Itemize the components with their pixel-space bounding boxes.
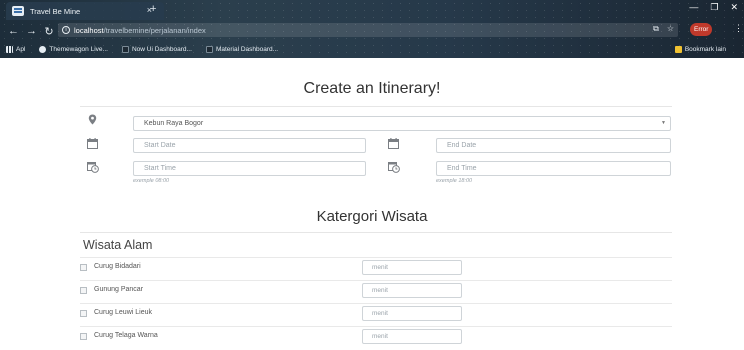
calendar-icon <box>388 138 399 149</box>
start-time-field[interactable]: Start Time <box>133 161 366 176</box>
url-host: localhost <box>74 25 104 35</box>
globe-icon <box>39 46 47 53</box>
map-marker-icon <box>88 114 97 125</box>
apps-grid-icon <box>6 46 13 53</box>
menu-icon[interactable]: ⋮ <box>734 23 743 34</box>
checkbox[interactable] <box>80 264 87 271</box>
location-select[interactable]: Kebun Raya Bogor ▼ <box>133 116 671 131</box>
browser-chrome: Travel Be Mine × + — ❐ ✕ ← → ↻ i localho… <box>0 0 744 58</box>
bookmark-label: Now Ui Dashboard... <box>131 46 192 53</box>
checkbox[interactable] <box>80 310 87 317</box>
translate-icon[interactable]: ⧉ <box>653 24 659 34</box>
divider <box>80 106 672 107</box>
end-time-field[interactable]: End Time <box>436 161 671 176</box>
end-time-placeholder: End Time <box>447 165 477 172</box>
maximize-icon[interactable]: ❐ <box>710 2 718 13</box>
minute-input[interactable]: menit <box>362 283 462 298</box>
page-title: Create an Itinerary! <box>303 80 441 97</box>
bookmark-now-ui[interactable]: Now Ui Dashboard... <box>121 46 192 53</box>
bookmark-label: Themewagon Live... <box>49 46 108 53</box>
minute-input[interactable]: menit <box>362 306 462 321</box>
bookmark-label: Apl <box>16 46 26 53</box>
error-badge[interactable]: Error <box>690 23 713 36</box>
calendar-clock-icon <box>388 161 400 173</box>
address-bar[interactable]: i localhost /travelbemine/perjalanan/ind… <box>58 23 678 37</box>
browser-tab[interactable]: Travel Be Mine × <box>6 2 164 20</box>
end-date-field[interactable]: End Date <box>436 138 671 153</box>
tab-title: Travel Be Mine <box>30 6 81 16</box>
item-label: Curug Telaga Warna <box>94 332 158 339</box>
bookmark-material[interactable]: Material Dashboard... <box>205 46 279 53</box>
divider <box>80 232 672 233</box>
bookmarks-bar: Apl Themewagon Live... Now Ui Dashboard.… <box>0 43 744 56</box>
bookmark-other[interactable]: Bookmark lain <box>674 46 726 53</box>
minimize-icon[interactable]: — <box>689 2 698 13</box>
list-item: Curug Leuwi Lieuk menit <box>80 303 672 325</box>
bookmark-label: Material Dashboard... <box>215 46 279 53</box>
calendar-icon <box>87 138 98 149</box>
item-label: Gunung Pancar <box>94 286 144 293</box>
close-window-icon[interactable]: ✕ <box>730 2 738 13</box>
site-info-icon[interactable]: i <box>62 26 70 34</box>
checkbox[interactable] <box>80 287 87 294</box>
calendar-clock-icon <box>87 161 99 173</box>
minute-placeholder: menit <box>372 264 388 271</box>
minute-input[interactable]: menit <box>362 329 462 344</box>
start-date-field[interactable]: Start Date <box>133 138 366 153</box>
toolbar: ← → ↻ i localhost /travelbemine/perjalan… <box>0 20 744 42</box>
item-label: Curug Leuwi Lieuk <box>94 309 152 316</box>
chevron-down-icon: ▼ <box>661 120 666 126</box>
folder-icon <box>674 46 682 53</box>
start-time-placeholder: Start Time <box>144 165 176 172</box>
minute-placeholder: menit <box>372 333 388 340</box>
bookmark-label: Bookmark lain <box>684 46 726 53</box>
bookmark-themewagon[interactable]: Themewagon Live... <box>39 46 108 53</box>
forward-icon[interactable]: → <box>26 25 37 37</box>
end-date-placeholder: End Date <box>447 142 477 149</box>
url-path: /travelbemine/perjalanan/index <box>103 25 206 35</box>
category-title: Katergori Wisata <box>316 208 428 225</box>
page-icon <box>121 46 129 53</box>
location-value: Kebun Raya Bogor <box>144 120 204 127</box>
section-heading: Wisata Alam <box>83 238 153 252</box>
reload-icon[interactable]: ↻ <box>44 25 54 38</box>
minute-placeholder: menit <box>372 310 388 317</box>
start-date-placeholder: Start Date <box>144 142 176 149</box>
bookmark-star-icon[interactable]: ☆ <box>667 24 674 34</box>
page-icon <box>205 46 213 53</box>
window-controls: — ❐ ✕ <box>689 2 738 13</box>
checkbox[interactable] <box>80 333 87 340</box>
list-item: Gunung Pancar menit <box>80 280 672 302</box>
list-item: Curug Bidadari menit <box>80 257 672 279</box>
list-item: Curug Telaga Warna menit <box>80 326 672 348</box>
bookmark-apps[interactable]: Apl <box>6 46 25 53</box>
item-label: Curug Bidadari <box>94 263 141 270</box>
back-icon[interactable]: ← <box>8 25 19 37</box>
start-time-hint: exemple 08:00 <box>133 178 170 184</box>
tab-favicon-icon <box>12 6 24 16</box>
new-tab-button[interactable]: + <box>150 3 156 15</box>
minute-placeholder: menit <box>372 287 388 294</box>
error-label: Error <box>694 26 709 33</box>
page-content: Create an Itinerary! Kebun Raya Bogor ▼ … <box>0 58 744 350</box>
end-time-hint: exemple 18:00 <box>436 178 473 184</box>
minute-input[interactable]: menit <box>362 260 462 275</box>
